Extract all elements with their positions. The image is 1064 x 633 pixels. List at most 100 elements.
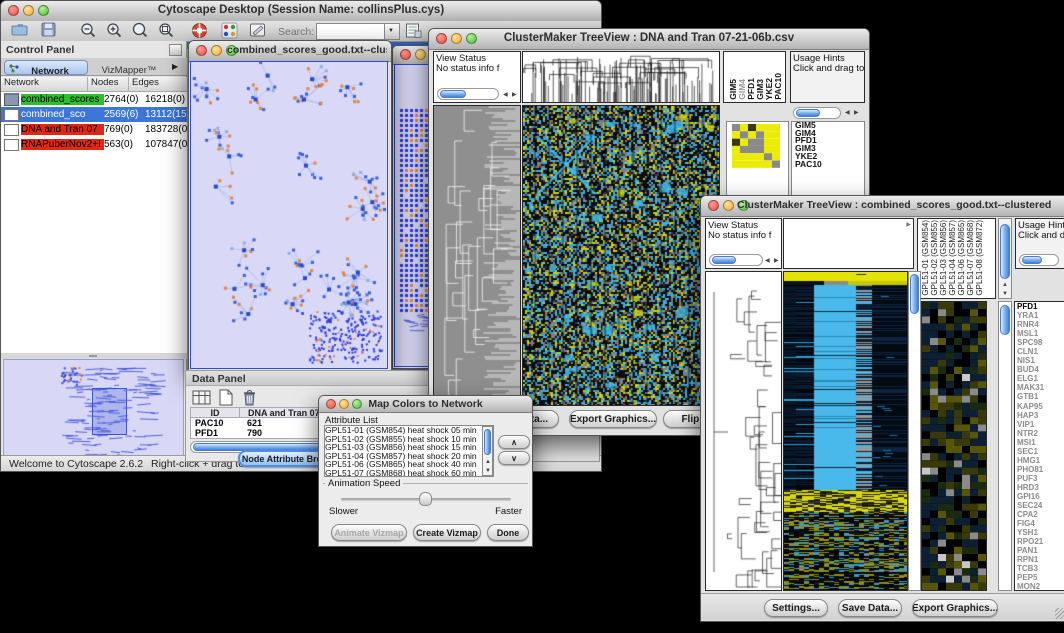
move-up-button[interactable]: ∧ — [498, 435, 530, 449]
gene-label[interactable]: PAN1 — [1015, 546, 1064, 555]
column-label[interactable]: PAC10 — [774, 73, 783, 100]
gene-label[interactable]: MSI1 — [1015, 438, 1064, 447]
gene-label[interactable]: GTB1 — [1015, 392, 1064, 401]
view-status-hscrollbar[interactable] — [709, 254, 763, 266]
treeview2-labels-vscrollbar[interactable]: ▲ ▼ — [998, 218, 1012, 299]
gene-label[interactable]: CLN1 — [1015, 347, 1064, 356]
new-attribute-icon[interactable] — [218, 389, 234, 406]
treeview2-column-dendrogram[interactable]: ▶ — [783, 218, 914, 269]
scrollbar-thumb[interactable] — [1000, 305, 1010, 335]
annotation-icon[interactable] — [249, 22, 271, 40]
gene-label[interactable]: YRA1 — [1015, 311, 1064, 320]
network1-titlebar[interactable]: combined_scores_good.txt--cluste... — [189, 41, 391, 62]
treeview2-save-data-button[interactable]: Save Data... — [838, 599, 902, 617]
column-label[interactable]: GPL51-08 (GSM872) — [976, 220, 984, 296]
delete-attribute-trash-icon[interactable] — [242, 389, 257, 406]
treeview2-heatmap[interactable] — [783, 271, 908, 591]
scroll-down-icon[interactable]: ▼ — [1002, 291, 1008, 297]
gene-label[interactable]: PFD1 — [1015, 302, 1064, 311]
tab-vizmapper[interactable]: VizMapper™ — [90, 60, 168, 75]
gene-label[interactable]: ELG1 — [1015, 374, 1064, 383]
network-list-row[interactable]: RNAPuberNov2+I 563(0) 107847(0) — [1, 137, 187, 152]
attribute-listbox[interactable]: GPL51-01 (GSM854) heat shock 05 minGPL51… — [324, 425, 494, 477]
treeview1-heatmap[interactable] — [522, 105, 720, 406]
gene-label[interactable]: CPA2 — [1015, 510, 1064, 519]
speed-slider-thumb[interactable] — [419, 492, 432, 506]
treeview2-zoom-vscrollbar[interactable] — [998, 301, 1012, 591]
vizmapper-icon[interactable] — [221, 22, 243, 40]
column-label[interactable]: GPL51-02 (GSM855) — [931, 220, 939, 296]
gene-label[interactable]: TCB3 — [1015, 564, 1064, 573]
save-button[interactable] — [41, 22, 63, 40]
gene-label[interactable]: NIS1 — [1015, 356, 1064, 365]
scrollbar-thumb[interactable] — [484, 429, 491, 455]
gene-label[interactable]: PUF3 — [1015, 474, 1064, 483]
overview-viewport-rect[interactable] — [92, 388, 127, 435]
zoom-in-icon[interactable] — [105, 22, 127, 40]
column-header-network[interactable]: Network — [1, 77, 88, 91]
help-lifesaver-icon[interactable] — [191, 22, 213, 40]
gene-label[interactable]: MON2 — [1015, 582, 1064, 591]
search-dropdown-button[interactable]: ▼ — [384, 23, 400, 40]
scrollbar-thumb[interactable] — [910, 274, 919, 314]
gene-label[interactable]: VIP1 — [1015, 420, 1064, 429]
column-label[interactable]: GPL51-04 (GSM857) — [949, 220, 957, 296]
treeview2-export-graphics-button[interactable]: Export Graphics... — [912, 599, 998, 617]
resize-grip[interactable] — [1055, 608, 1064, 619]
cytoscape-titlebar[interactable]: Cytoscape Desktop (Session Name: collins… — [1, 1, 601, 22]
treeview2-settings-button[interactable]: Settings... — [764, 599, 828, 617]
usage-hints-hscrollbar[interactable] — [793, 107, 841, 119]
scrollbar-thumb[interactable] — [796, 109, 820, 117]
gene-label[interactable]: PHO81 — [1015, 465, 1064, 474]
tab-more-icon[interactable]: ▶ — [172, 62, 178, 71]
column-header-edges[interactable]: Edges — [129, 77, 187, 91]
scroll-left-icon[interactable]: ◀ — [765, 258, 770, 264]
gene-label[interactable]: HMG1 — [1015, 456, 1064, 465]
network-list-row[interactable]: DNA and Tran 07 769(0) 183728(0) — [1, 122, 187, 137]
gene-label[interactable]: KAP95 — [1015, 402, 1064, 411]
gene-label[interactable]: MAK31 — [1015, 383, 1064, 392]
float-panel-icon[interactable] — [169, 44, 182, 56]
treeview2-titlebar[interactable]: ClusterMaker TreeView : combined_scores_… — [701, 196, 1064, 217]
treeview2-row-dendrogram[interactable] — [705, 271, 782, 591]
scroll-left-icon[interactable]: ◀ — [503, 92, 508, 98]
treeview1-mini-heatmap[interactable] — [732, 124, 780, 168]
treeview2-zoom-heatmap[interactable] — [921, 301, 987, 591]
minimize-icon[interactable] — [415, 49, 426, 60]
close-icon[interactable] — [400, 49, 411, 60]
attribute-list-vscrollbar[interactable]: ▲ ▼ — [482, 426, 493, 476]
treeview1-row-dendrogram[interactable] — [433, 105, 521, 406]
row-label[interactable]: PAC10 — [792, 161, 864, 169]
gene-label[interactable]: SEC1 — [1015, 447, 1064, 456]
treeview1-column-dendrogram[interactable] — [522, 51, 720, 103]
close-icon[interactable] — [196, 45, 207, 56]
done-button[interactable]: Done — [487, 524, 529, 541]
network1-canvas[interactable] — [191, 62, 387, 368]
gene-label[interactable]: FIG4 — [1015, 519, 1064, 528]
network1-view[interactable] — [190, 61, 388, 369]
column-header-nodes[interactable]: Nodes — [88, 77, 129, 91]
gene-label[interactable]: NTR2 — [1015, 429, 1064, 438]
gene-label[interactable]: YSH1 — [1015, 528, 1064, 537]
network-list-row[interactable]: combined_sco 2569(6) 13112(15) — [1, 107, 187, 122]
scroll-right-icon[interactable]: ▶ — [906, 221, 911, 228]
treeview1-titlebar[interactable]: ClusterMaker TreeView : DNA and Tran 07-… — [429, 29, 869, 50]
zoom-fit-icon[interactable] — [131, 22, 153, 40]
zoom-selected-icon[interactable] — [157, 22, 179, 40]
minimize-icon[interactable] — [211, 45, 222, 56]
scroll-right-icon[interactable]: ▶ — [774, 258, 779, 264]
map-colors-titlebar[interactable]: Map Colors to Network — [319, 396, 532, 413]
scroll-up-icon[interactable]: ▲ — [485, 459, 491, 465]
gene-label[interactable]: PEP5 — [1015, 573, 1064, 582]
view-status-hscrollbar[interactable] — [437, 88, 499, 100]
scroll-right-icon[interactable]: ▶ — [854, 110, 859, 116]
open-file-button[interactable] — [11, 22, 33, 40]
gene-label[interactable]: SPC98 — [1015, 338, 1064, 347]
animate-vizmap-button[interactable]: Animate Vizmap — [331, 524, 407, 541]
gene-label[interactable]: SEC24 — [1015, 501, 1064, 510]
column-label[interactable]: GPL51-06 (GSM865) — [958, 220, 966, 296]
scrollbar-thumb[interactable] — [712, 256, 736, 264]
scroll-left-icon[interactable]: ◀ — [845, 110, 850, 116]
scroll-down-icon[interactable]: ▼ — [485, 468, 491, 474]
scroll-up-icon[interactable]: ▲ — [1002, 282, 1008, 288]
